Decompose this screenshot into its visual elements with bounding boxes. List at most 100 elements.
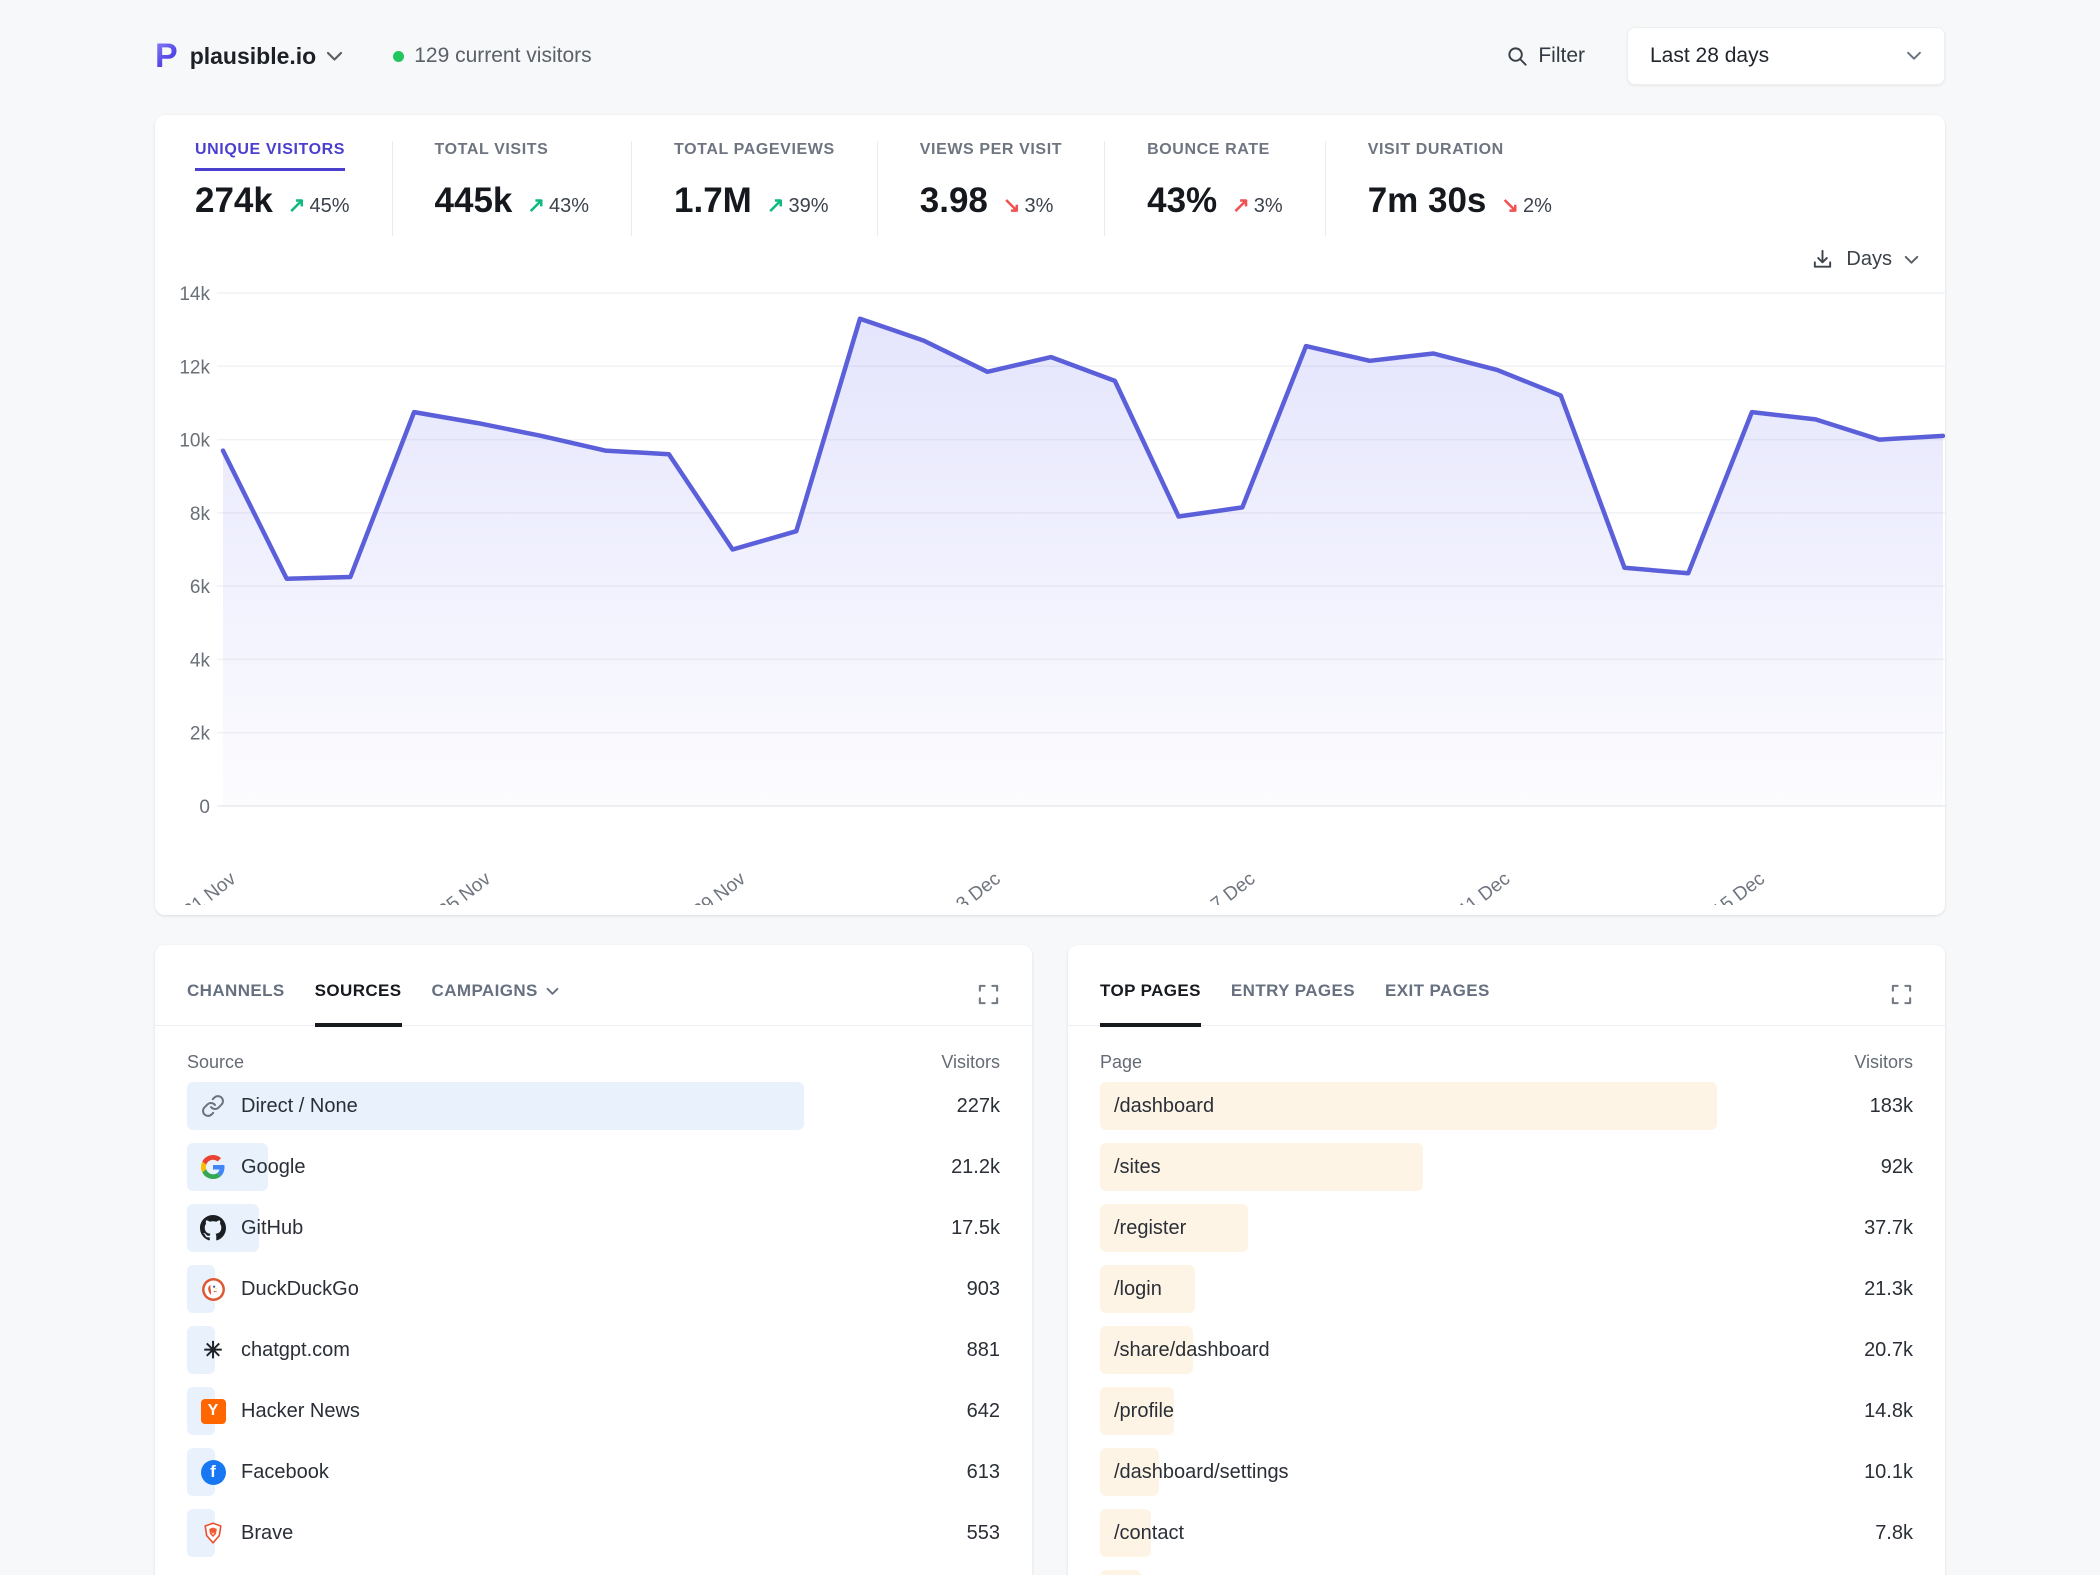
table-row[interactable]: DuckDuckGo 903 — [187, 1265, 1000, 1313]
stat-value: 7m 30s — [1368, 181, 1487, 221]
stat-total-visits[interactable]: TOTAL VISITS 445k↗43% — [393, 141, 632, 221]
facebook-icon: f — [199, 1458, 227, 1486]
table-row[interactable]: /dashboard/settings10.1k — [1100, 1448, 1913, 1496]
table-row[interactable]: Direct / None 227k — [187, 1082, 1000, 1130]
visitors-chart[interactable]: 02k4k6k8k10k12k14k21 Nov25 Nov29 Nov3 De… — [155, 285, 1945, 905]
row-label[interactable]: /profile — [1114, 1400, 1174, 1423]
table-row[interactable]: /contact 7.8k — [1100, 1509, 1913, 1557]
y-axis-tick: 10k — [179, 431, 210, 452]
stat-visit-duration[interactable]: VISIT DURATION 7m 30s↘2% — [1326, 141, 1594, 221]
stat-value: 43% — [1147, 181, 1217, 221]
row-label[interactable]: Facebook — [241, 1461, 329, 1484]
stat-change: ↗45% — [288, 193, 350, 218]
table-row[interactable]: /share/dashboard20.7k — [1100, 1326, 1913, 1374]
row-label[interactable]: GitHub — [241, 1217, 303, 1240]
row-visitors: 903 — [967, 1265, 1000, 1313]
row-visitors: 183k — [1870, 1082, 1913, 1130]
trend-arrow-icon: ↘ — [1003, 194, 1021, 217]
row-label[interactable]: /share/dashboard — [1114, 1339, 1270, 1362]
stat-change: ↘2% — [1501, 193, 1552, 218]
tab-label: SOURCES — [315, 981, 402, 1001]
column-value: Visitors — [1854, 1052, 1913, 1073]
date-range-picker[interactable]: Last 28 days — [1627, 27, 1945, 85]
row-visitors: 227k — [957, 1082, 1000, 1130]
current-visitors[interactable]: 129 current visitors — [393, 44, 591, 68]
site-switcher-chevron-icon[interactable] — [326, 51, 343, 62]
tab-channels[interactable]: CHANNELS — [187, 981, 285, 1027]
stat-label: BOUNCE RATE — [1147, 141, 1270, 171]
table-row[interactable]: /sites92k — [1100, 1143, 1913, 1191]
github-icon — [199, 1214, 227, 1242]
trend-arrow-icon: ↗ — [288, 194, 306, 217]
row-label[interactable]: /sites — [1114, 1156, 1161, 1179]
tab-sources[interactable]: SOURCES — [315, 981, 402, 1027]
stat-views-per-visit[interactable]: VIEWS PER VISIT 3.98↘3% — [878, 141, 1104, 221]
stat-unique-visitors[interactable]: UNIQUE VISITORS 274k ↗45% — [195, 141, 392, 221]
expand-icon[interactable] — [1890, 983, 1913, 1006]
table-row[interactable]: GitHub 17.5k — [187, 1204, 1000, 1252]
filter-button[interactable]: Filter — [1506, 44, 1585, 68]
stat-change-pct: 3% — [1024, 195, 1053, 217]
download-icon[interactable] — [1811, 248, 1834, 271]
row-visitors: 7.8k — [1875, 1509, 1913, 1557]
y-axis-tick: 12k — [179, 357, 210, 378]
chart-interval-control[interactable]: Days — [1811, 248, 1919, 271]
plausible-logo-icon: P — [155, 39, 178, 73]
site-name[interactable]: plausible.io — [190, 43, 317, 70]
table-row[interactable]: /profile14.8k — [1100, 1387, 1913, 1435]
tab-entry-pages[interactable]: ENTRY PAGES — [1231, 981, 1355, 1027]
table-row[interactable]: /dashboard 183k — [1100, 1082, 1913, 1130]
brave-icon — [199, 1519, 227, 1547]
stat-value: 274k — [195, 181, 273, 221]
row-label[interactable]: /login — [1114, 1278, 1162, 1301]
table-row[interactable]: ✳chatgpt.com881 — [187, 1326, 1000, 1374]
stat-change: ↗3% — [1232, 193, 1283, 218]
tab-exit-pages[interactable]: EXIT PAGES — [1385, 981, 1490, 1027]
link-icon — [199, 1092, 227, 1120]
sources-list: Direct / None 227k Google21.2k GitHub 17.5k D… — [155, 1082, 1032, 1557]
row-label[interactable]: Google — [241, 1156, 306, 1179]
analytics-card: UNIQUE VISITORS 274k ↗45% TOTAL VISITS 44… — [155, 115, 1945, 915]
trend-arrow-icon: ↗ — [527, 194, 545, 217]
row-visitors: 37.7k — [1864, 1204, 1913, 1252]
stat-label: TOTAL VISITS — [435, 141, 549, 171]
table-row[interactable]: fFacebook613 — [187, 1448, 1000, 1496]
row-visitors: 17.5k — [951, 1204, 1000, 1252]
google-icon — [199, 1153, 227, 1181]
stat-total-pageviews[interactable]: TOTAL PAGEVIEWS 1.7M↗39% — [632, 141, 877, 221]
expand-icon[interactable] — [977, 983, 1000, 1006]
table-row[interactable]: YHacker News642 — [187, 1387, 1000, 1435]
row-label[interactable]: Hacker News — [241, 1400, 360, 1423]
row-label[interactable]: /dashboard — [1114, 1095, 1214, 1118]
stat-bounce-rate[interactable]: BOUNCE RATE 43% ↗3% — [1105, 141, 1325, 221]
y-axis-tick: 8k — [190, 504, 211, 525]
row-label[interactable]: /dashboard/settings — [1114, 1461, 1289, 1484]
chevron-down-icon — [1906, 51, 1922, 61]
date-range-label: Last 28 days — [1650, 44, 1769, 68]
y-axis-tick: 2k — [190, 724, 211, 745]
table-row[interactable]: /login21.3k — [1100, 1265, 1913, 1313]
row-label[interactable]: Direct / None — [241, 1095, 358, 1118]
row-label[interactable]: chatgpt.com — [241, 1339, 350, 1362]
table-row[interactable]: Brave553 — [187, 1509, 1000, 1557]
table-row[interactable]: Google21.2k — [187, 1143, 1000, 1191]
x-axis-tick: 11 Dec — [1455, 868, 1514, 905]
row-label[interactable]: DuckDuckGo — [241, 1278, 359, 1301]
stat-change-pct: 39% — [788, 195, 828, 217]
search-icon — [1506, 45, 1529, 68]
row-label[interactable]: /contact — [1114, 1522, 1184, 1545]
row-label[interactable]: /register — [1114, 1217, 1186, 1240]
interval-label[interactable]: Days — [1846, 248, 1892, 271]
stat-change: ↗43% — [527, 193, 589, 218]
tab-campaigns[interactable]: CAMPAIGNS — [432, 981, 559, 1027]
stat-label: UNIQUE VISITORS — [195, 141, 345, 171]
topbar: P plausible.io 129 current visitors Filt… — [155, 25, 1945, 87]
trend-arrow-icon: ↗ — [767, 194, 785, 217]
chart-area — [223, 319, 1943, 806]
y-axis-tick: 0 — [199, 797, 210, 818]
row-label[interactable]: Brave — [241, 1522, 293, 1545]
y-axis-tick: 6k — [190, 577, 211, 598]
pages-list: /dashboard 183k/sites92k/register 37.7k/lo… — [1068, 1082, 1945, 1575]
tab-top-pages[interactable]: TOP PAGES — [1100, 981, 1201, 1027]
table-row[interactable]: /register 37.7k — [1100, 1204, 1913, 1252]
